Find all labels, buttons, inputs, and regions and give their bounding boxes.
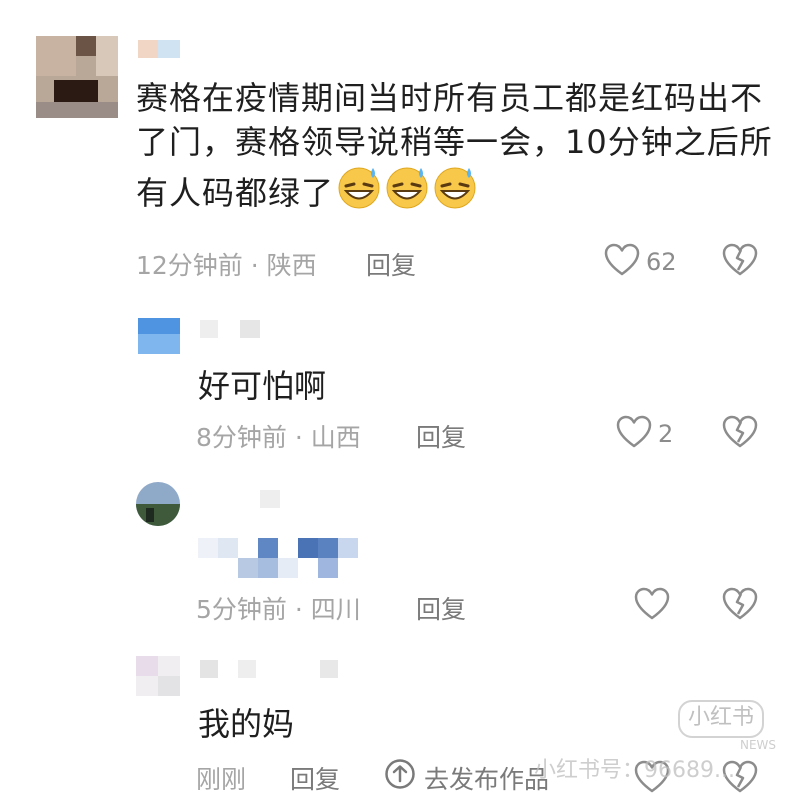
like-count: 62	[646, 248, 677, 276]
grinning-sweat-emoji-icon	[384, 164, 430, 221]
username[interactable]	[200, 490, 280, 508]
grinning-sweat-emoji-icon	[336, 164, 382, 221]
blur-block	[200, 660, 218, 678]
avatar-pixel	[146, 508, 154, 522]
blur-block	[238, 558, 258, 578]
reply-button[interactable]: 回复	[366, 246, 416, 282]
blur-block	[200, 320, 218, 338]
comment-text: 赛格在疫情期间当时所有员工都是红码出不了门，赛格领导说稍等一会，10分钟之后所有…	[136, 76, 776, 221]
watermark-id-text: 小红书号：96689...	[534, 758, 735, 783]
blur-block	[318, 538, 338, 558]
avatar[interactable]	[36, 36, 118, 118]
grinning-sweat-emoji-icon	[432, 164, 478, 221]
avatar[interactable]	[136, 656, 180, 696]
comment-text: 好可怕啊	[198, 367, 327, 405]
avatar-pixel	[96, 36, 118, 76]
avatar-pixel	[158, 676, 180, 696]
blur-block	[198, 538, 218, 558]
blur-block	[238, 660, 256, 678]
blur-block	[298, 538, 318, 558]
reply-button[interactable]: 回复	[416, 418, 466, 454]
blur-block	[338, 538, 358, 558]
comment-time-location: 12分钟前 · 陕西	[136, 251, 317, 280]
publish-work-button[interactable]: 去发布作品	[424, 760, 549, 796]
blur-block	[138, 40, 158, 58]
avatar-pixel	[76, 36, 96, 56]
username[interactable]	[200, 320, 260, 338]
blur-block	[260, 490, 280, 508]
username[interactable]	[138, 40, 180, 58]
comment-time-location: 5分钟前 · 四川	[196, 595, 361, 624]
upload-arrow-icon[interactable]	[384, 758, 416, 794]
heart-icon[interactable]	[616, 415, 652, 453]
blur-block	[240, 320, 260, 338]
dislike-heart-icon[interactable]	[722, 587, 758, 625]
comment-time-location: 8分钟前 · 山西	[196, 423, 361, 452]
avatar-pixel	[136, 656, 158, 676]
watermark-small-text: NEWS	[740, 738, 777, 752]
blur-block	[278, 558, 298, 578]
blur-block	[158, 40, 180, 58]
blur-block	[258, 558, 278, 578]
like-count: 2	[658, 420, 674, 448]
username[interactable]	[200, 660, 350, 678]
dislike-heart-icon[interactable]	[722, 415, 758, 453]
reply-button[interactable]: 回复	[416, 590, 466, 626]
avatar-pixel	[136, 504, 180, 526]
comment-image-blurred	[198, 538, 358, 578]
blur-block	[318, 558, 338, 578]
blur-block	[218, 538, 238, 558]
heart-icon[interactable]	[604, 243, 640, 281]
avatar-pixel	[36, 36, 76, 76]
comment-time-location: 刚刚	[196, 765, 247, 794]
avatar-pixel	[54, 80, 98, 102]
blur-block	[258, 538, 278, 558]
avatar-pixel	[36, 102, 118, 118]
comment-text: 我的妈	[198, 705, 295, 743]
dislike-heart-icon[interactable]	[722, 243, 758, 281]
reply-button[interactable]: 回复	[290, 760, 340, 796]
blur-block	[320, 660, 338, 678]
avatar[interactable]	[136, 482, 180, 526]
avatar-pixel	[138, 318, 180, 334]
xiaohongshu-logo-watermark: 小红书	[678, 700, 764, 738]
avatar[interactable]	[138, 318, 180, 354]
heart-icon[interactable]	[634, 587, 670, 625]
